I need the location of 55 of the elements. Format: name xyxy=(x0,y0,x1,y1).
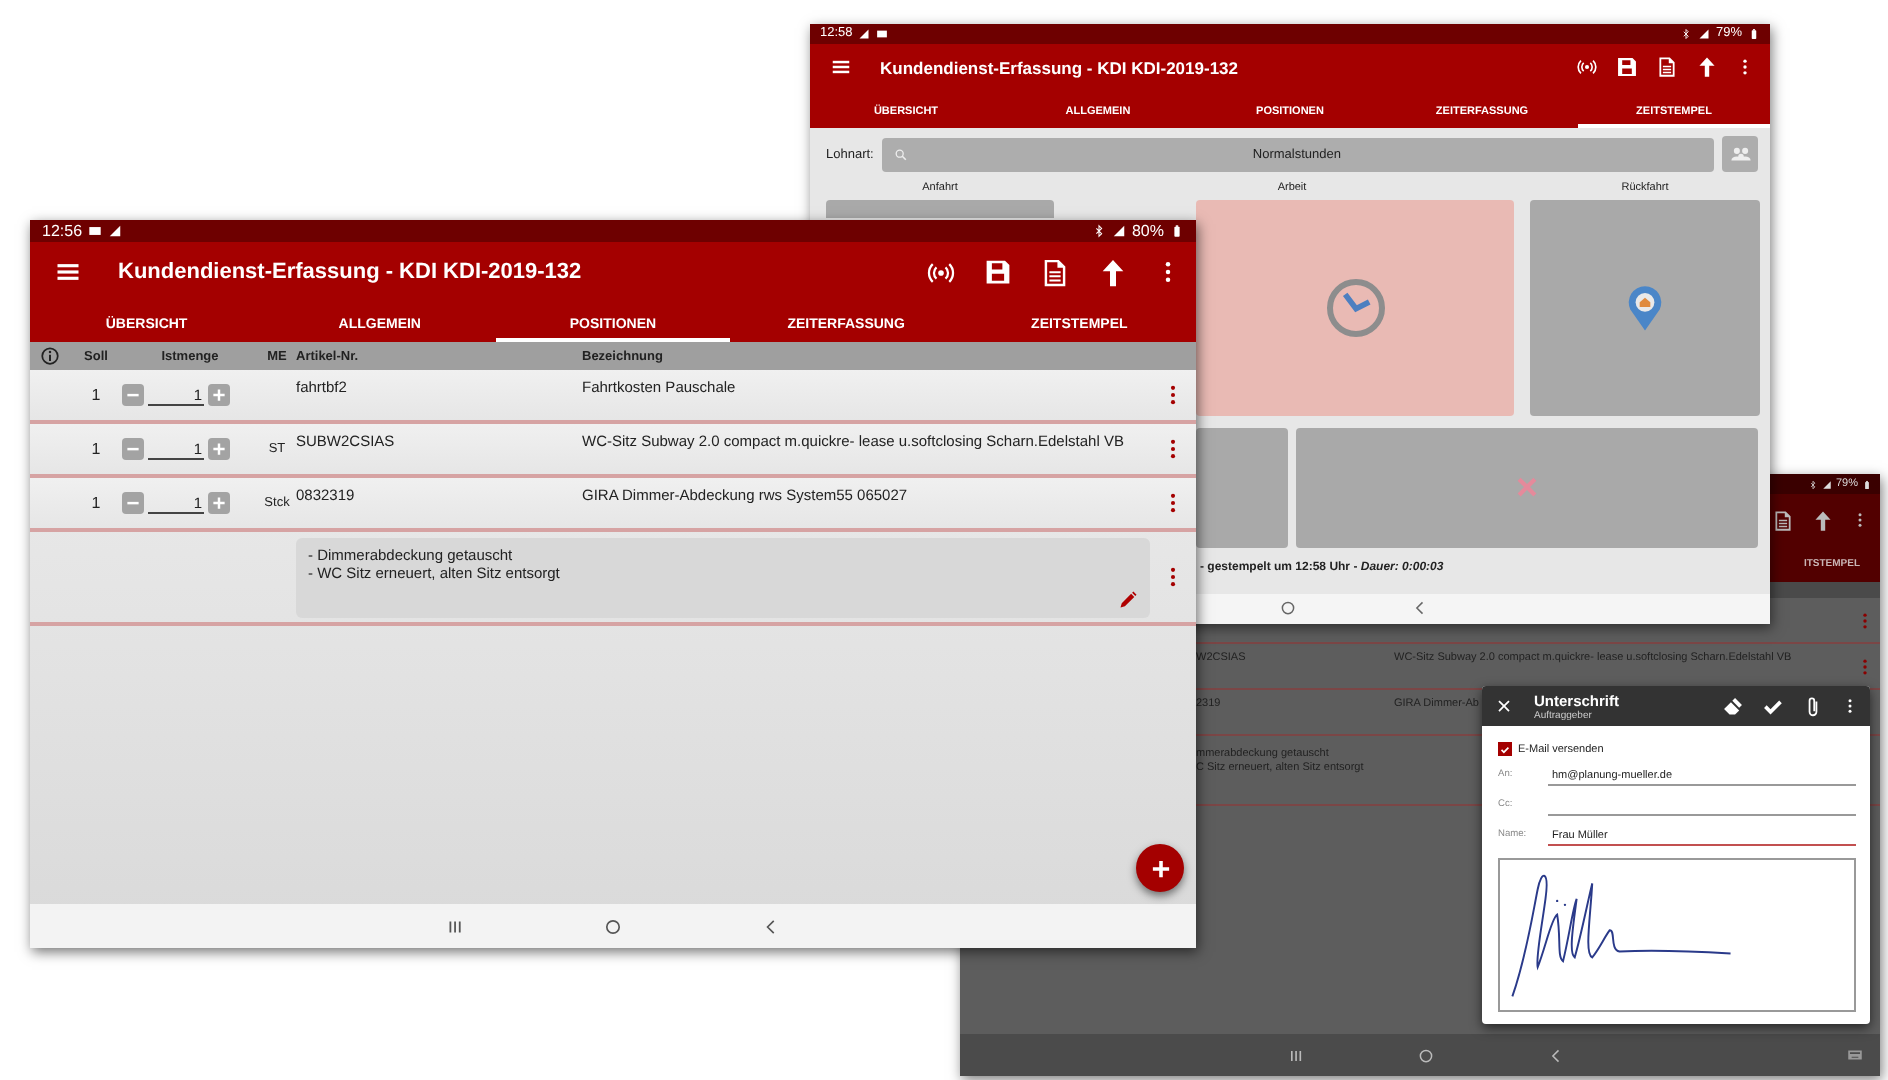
keyboard-icon[interactable] xyxy=(1846,1046,1864,1064)
home-icon[interactable] xyxy=(602,915,624,937)
stamp-tile[interactable] xyxy=(1196,199,1514,416)
plus-icon xyxy=(1147,855,1173,881)
people-icon xyxy=(1729,143,1751,166)
nfc-icon[interactable] xyxy=(1576,56,1598,79)
checkbox[interactable] xyxy=(1498,742,1512,756)
close-icon xyxy=(1494,696,1514,716)
battery-icon xyxy=(1170,224,1184,238)
mail-icon xyxy=(88,224,103,238)
status-time: 12:56 xyxy=(42,222,83,240)
clock-icon xyxy=(1323,275,1387,340)
save-icon[interactable] xyxy=(1616,56,1638,79)
table-cell-text: 1 xyxy=(89,386,103,404)
signal-icon xyxy=(1821,479,1832,489)
table-cell-text: 1 xyxy=(89,440,103,458)
upload-icon[interactable] xyxy=(1098,257,1128,287)
bluetooth-icon xyxy=(1091,224,1106,238)
home-icon[interactable] xyxy=(1278,598,1298,619)
close-button[interactable] xyxy=(1494,696,1514,716)
stamp-tile[interactable] xyxy=(1196,427,1288,548)
recents-icon[interactable] xyxy=(1286,1045,1306,1065)
plus-icon xyxy=(210,440,228,458)
document-icon[interactable] xyxy=(1656,56,1678,79)
plus-icon xyxy=(210,494,228,512)
menu-button[interactable] xyxy=(54,258,82,286)
table-cell-text: 1 xyxy=(89,494,103,512)
check-icon[interactable] xyxy=(1762,695,1784,717)
eraser-icon[interactable] xyxy=(1722,695,1744,717)
signal-icon xyxy=(108,224,123,238)
battery-icon xyxy=(1862,479,1872,489)
pencil-icon[interactable] xyxy=(1118,589,1138,609)
window-title: Kundendienst-Erfassung - KDI KDI-2019-132 xyxy=(880,57,1241,78)
window-title: Kundendienst-Erfassung - KDI KDI-2019-132 xyxy=(118,260,584,284)
battery-level: 80% xyxy=(1131,222,1164,240)
menu-button[interactable] xyxy=(830,56,852,79)
add-button[interactable] xyxy=(1136,844,1184,892)
menu-icon xyxy=(54,258,82,286)
bluetooth-icon xyxy=(1807,479,1818,489)
document-icon[interactable] xyxy=(1040,257,1070,287)
document-icon[interactable] xyxy=(1772,509,1794,531)
signal-icon xyxy=(1111,224,1126,238)
search-icon xyxy=(893,147,908,162)
stamp-tile[interactable] xyxy=(1530,199,1760,416)
plus-icon xyxy=(210,386,228,404)
home-icon[interactable] xyxy=(1416,1045,1436,1065)
stamp-tile[interactable] xyxy=(826,199,1054,218)
battery-icon xyxy=(1748,27,1760,40)
info-icon xyxy=(40,346,60,366)
upload-icon[interactable] xyxy=(1812,509,1834,531)
save-icon[interactable] xyxy=(984,258,1012,286)
upload-icon[interactable] xyxy=(1696,56,1718,79)
bluetooth-icon xyxy=(1679,27,1692,40)
menu-icon xyxy=(830,56,852,79)
mail-icon xyxy=(876,27,889,40)
